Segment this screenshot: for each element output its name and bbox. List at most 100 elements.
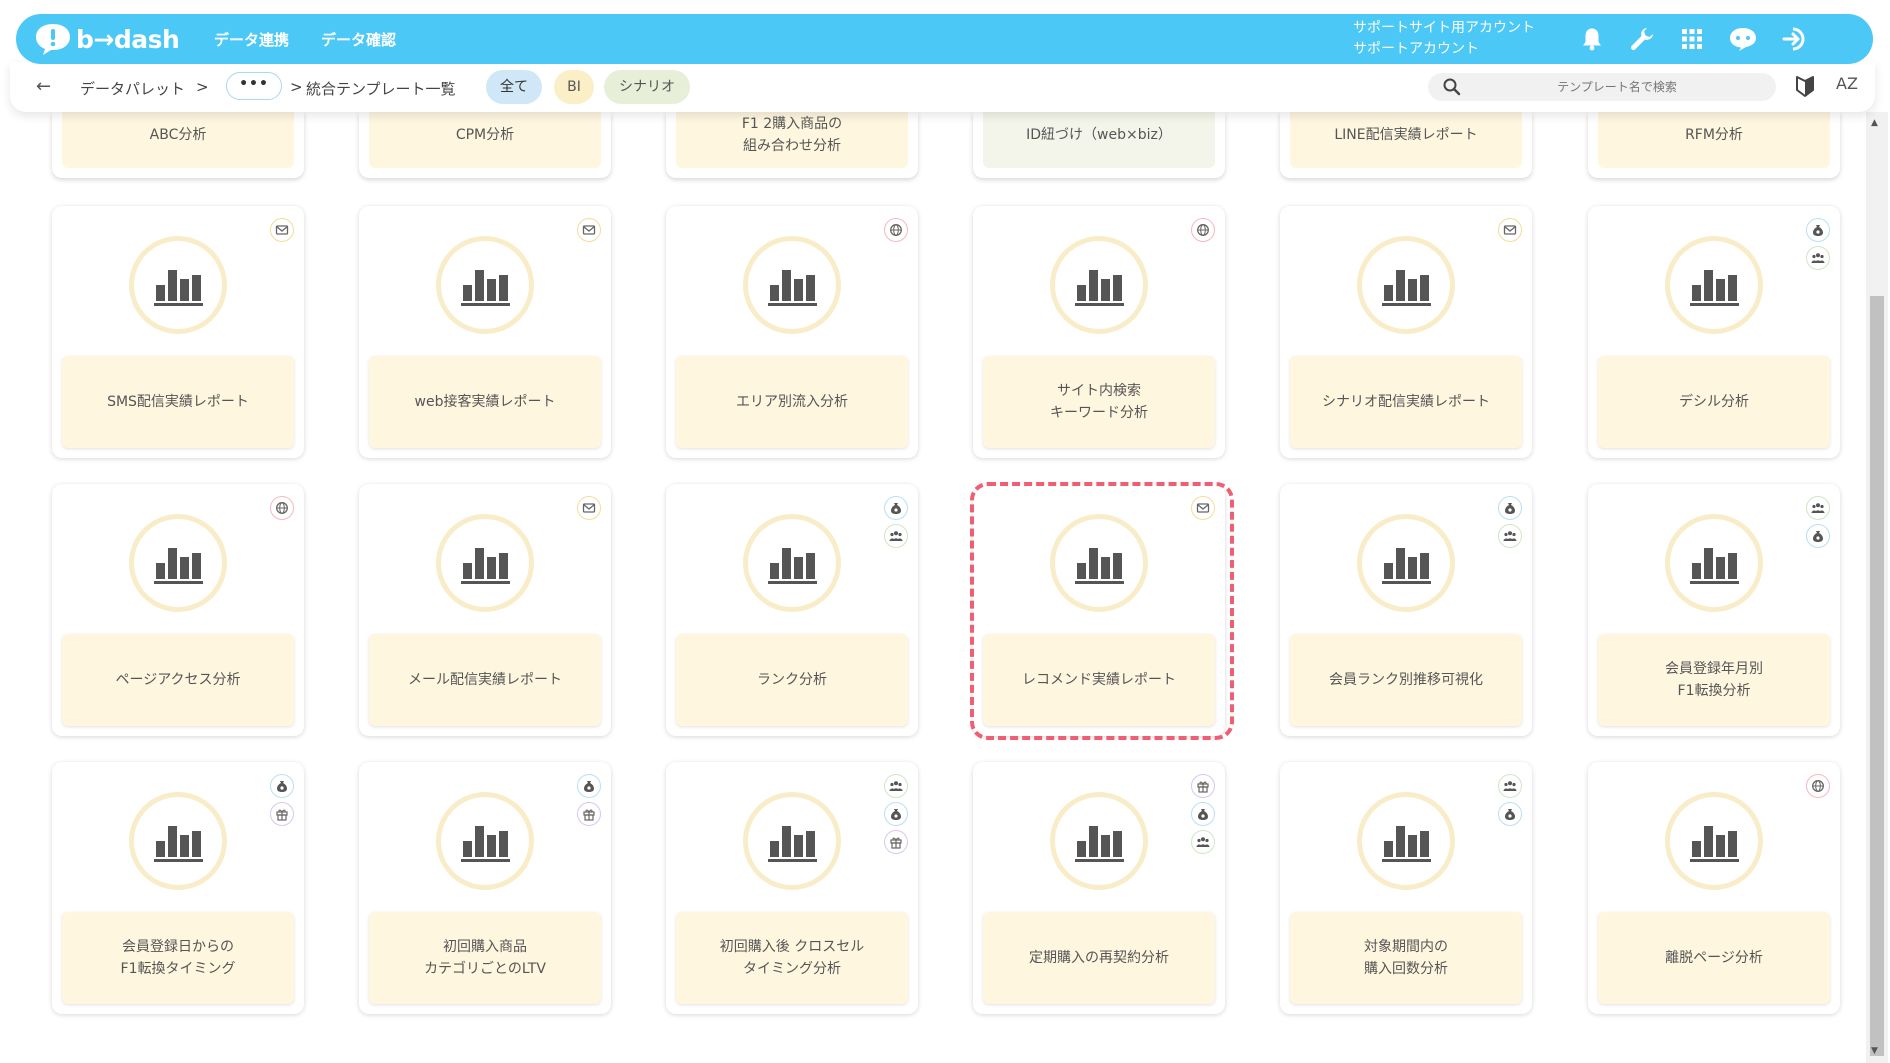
- template-card-label: 会員登録日からの F1転換タイミング: [62, 912, 294, 1004]
- coin-icon: [270, 774, 294, 798]
- card-badges: [884, 218, 908, 242]
- template-card-partial[interactable]: RFM分析: [1588, 102, 1840, 178]
- template-card[interactable]: メール配信実績レポート: [359, 484, 611, 736]
- bar-chart-icon: [1050, 792, 1148, 890]
- logo[interactable]: b→dash: [34, 22, 180, 56]
- template-card[interactable]: web接客実績レポート: [359, 206, 611, 458]
- template-card-label: レコメンド実績レポート: [983, 634, 1215, 726]
- card-badges: [577, 496, 601, 520]
- bar-chart-icon: [1665, 514, 1763, 612]
- template-card[interactable]: 初回購入商品 カテゴリごとのLTV: [359, 762, 611, 1014]
- mail-icon: [1498, 218, 1522, 242]
- template-card[interactable]: デシル分析: [1588, 206, 1840, 458]
- template-card-partial[interactable]: ID紐づけ（web×biz）: [973, 102, 1225, 178]
- gift-icon: [270, 802, 294, 826]
- template-card[interactable]: 対象期間内の 購入回数分析: [1280, 762, 1532, 1014]
- back-arrow-icon[interactable]: ←: [36, 76, 51, 97]
- template-card-partial[interactable]: F1 2購入商品の 組み合わせ分析: [666, 102, 918, 178]
- app-window: b→dash データ連携 データ確認 サポートサイト用アカウント サポートアカウ…: [0, 0, 1890, 1063]
- people-icon: [884, 774, 908, 798]
- coin-icon: [577, 774, 601, 798]
- search-icon: [1442, 77, 1462, 97]
- template-card[interactable]: ページアクセス分析: [52, 484, 304, 736]
- coin-icon: [1498, 802, 1522, 826]
- account-info[interactable]: サポートサイト用アカウント サポートアカウント: [1353, 18, 1535, 60]
- template-card-label: 会員ランク別推移可視化: [1290, 634, 1522, 726]
- template-card[interactable]: 会員登録年月別 F1転換分析: [1588, 484, 1840, 736]
- template-card-partial[interactable]: ABC分析: [52, 102, 304, 178]
- bar-chart-icon: [129, 792, 227, 890]
- template-card[interactable]: シナリオ配信実績レポート: [1280, 206, 1532, 458]
- mail-icon: [577, 496, 601, 520]
- card-badges: [1191, 218, 1215, 242]
- coin-icon: [884, 802, 908, 826]
- template-card-label: 初回購入後 クロスセル タイミング分析: [676, 912, 908, 1004]
- bar-chart-icon: [1665, 236, 1763, 334]
- card-badges: [1498, 218, 1522, 242]
- tab-bi[interactable]: BI: [554, 70, 594, 104]
- template-card[interactable]: 離脱ページ分析: [1588, 762, 1840, 1014]
- vertical-scrollbar[interactable]: ▲ ▼: [1866, 112, 1888, 1063]
- search-box[interactable]: [1428, 73, 1776, 101]
- sort-az-button[interactable]: AZ: [1836, 74, 1858, 93]
- bar-chart-icon: [1357, 792, 1455, 890]
- wrench-icon[interactable]: [1626, 24, 1658, 54]
- support-chat-icon[interactable]: [1727, 24, 1759, 54]
- breadcrumb-separator-2: >: [290, 78, 303, 96]
- account-name: サポートアカウント: [1353, 41, 1479, 57]
- template-card-label: デシル分析: [1598, 356, 1830, 448]
- template-card-partial[interactable]: CPM分析: [359, 102, 611, 178]
- template-card-label: 対象期間内の 購入回数分析: [1290, 912, 1522, 1004]
- mail-icon: [577, 218, 601, 242]
- bar-chart-icon: [1357, 236, 1455, 334]
- template-card[interactable]: SMS配信実績レポート: [52, 206, 304, 458]
- people-icon: [884, 524, 908, 548]
- bar-chart-icon: [1357, 514, 1455, 612]
- coin-icon: [1806, 218, 1830, 242]
- template-card[interactable]: 定期購入の再契約分析: [973, 762, 1225, 1014]
- template-card-label: シナリオ配信実績レポート: [1290, 356, 1522, 448]
- gift-icon: [1191, 774, 1215, 798]
- scroll-down-arrow-icon[interactable]: ▼: [1871, 1046, 1878, 1056]
- card-badges: [1191, 496, 1215, 520]
- nav-data-check[interactable]: データ確認: [321, 29, 396, 50]
- bar-chart-icon: [743, 792, 841, 890]
- scroll-thumb[interactable]: [1870, 296, 1884, 1056]
- template-card-label: 定期購入の再契約分析: [983, 912, 1215, 1004]
- card-badges: [884, 496, 908, 548]
- template-card-label: ランク分析: [676, 634, 908, 726]
- mail-icon: [1191, 496, 1215, 520]
- scroll-up-arrow-icon[interactable]: ▲: [1871, 118, 1878, 128]
- template-card[interactable]: 会員ランク別推移可視化: [1280, 484, 1532, 736]
- template-card[interactable]: サイト内検索 キーワード分析: [973, 206, 1225, 458]
- web-icon: [1191, 218, 1215, 242]
- bar-chart-icon: [743, 236, 841, 334]
- template-card-label: 初回購入商品 カテゴリごとのLTV: [369, 912, 601, 1004]
- card-badges: [577, 218, 601, 242]
- template-card[interactable]: エリア別流入分析: [666, 206, 918, 458]
- template-card-partial[interactable]: LINE配信実績レポート: [1280, 102, 1532, 178]
- sub-toolbar: ← データパレット > ••• > 統合テンプレート一覧 全て BI シナリオ …: [10, 62, 1875, 112]
- logout-icon[interactable]: [1780, 24, 1812, 54]
- template-card[interactable]: レコメンド実績レポート: [973, 484, 1225, 736]
- nav-data-link[interactable]: データ連携: [214, 29, 289, 50]
- web-icon: [884, 218, 908, 242]
- tab-all[interactable]: 全て: [486, 70, 542, 104]
- template-card-label: サイト内検索 キーワード分析: [983, 356, 1215, 448]
- grid-icon[interactable]: [1676, 24, 1708, 54]
- breadcrumb-data-palette[interactable]: データパレット: [80, 78, 185, 99]
- template-card[interactable]: ランク分析: [666, 484, 918, 736]
- tab-scenario[interactable]: シナリオ: [604, 70, 690, 104]
- bar-chart-icon: [436, 792, 534, 890]
- breadcrumb-more-button[interactable]: •••: [226, 72, 282, 100]
- beginner-mark-icon[interactable]: [1794, 74, 1816, 98]
- search-input[interactable]: [1472, 76, 1762, 98]
- card-badges: [884, 774, 908, 854]
- template-card[interactable]: 初回購入後 クロスセル タイミング分析: [666, 762, 918, 1014]
- bar-chart-icon: [743, 514, 841, 612]
- coin-icon: [884, 496, 908, 520]
- template-card[interactable]: 会員登録日からの F1転換タイミング: [52, 762, 304, 1014]
- bell-icon[interactable]: [1576, 24, 1608, 54]
- bar-chart-icon: [436, 514, 534, 612]
- card-badges: [577, 774, 601, 826]
